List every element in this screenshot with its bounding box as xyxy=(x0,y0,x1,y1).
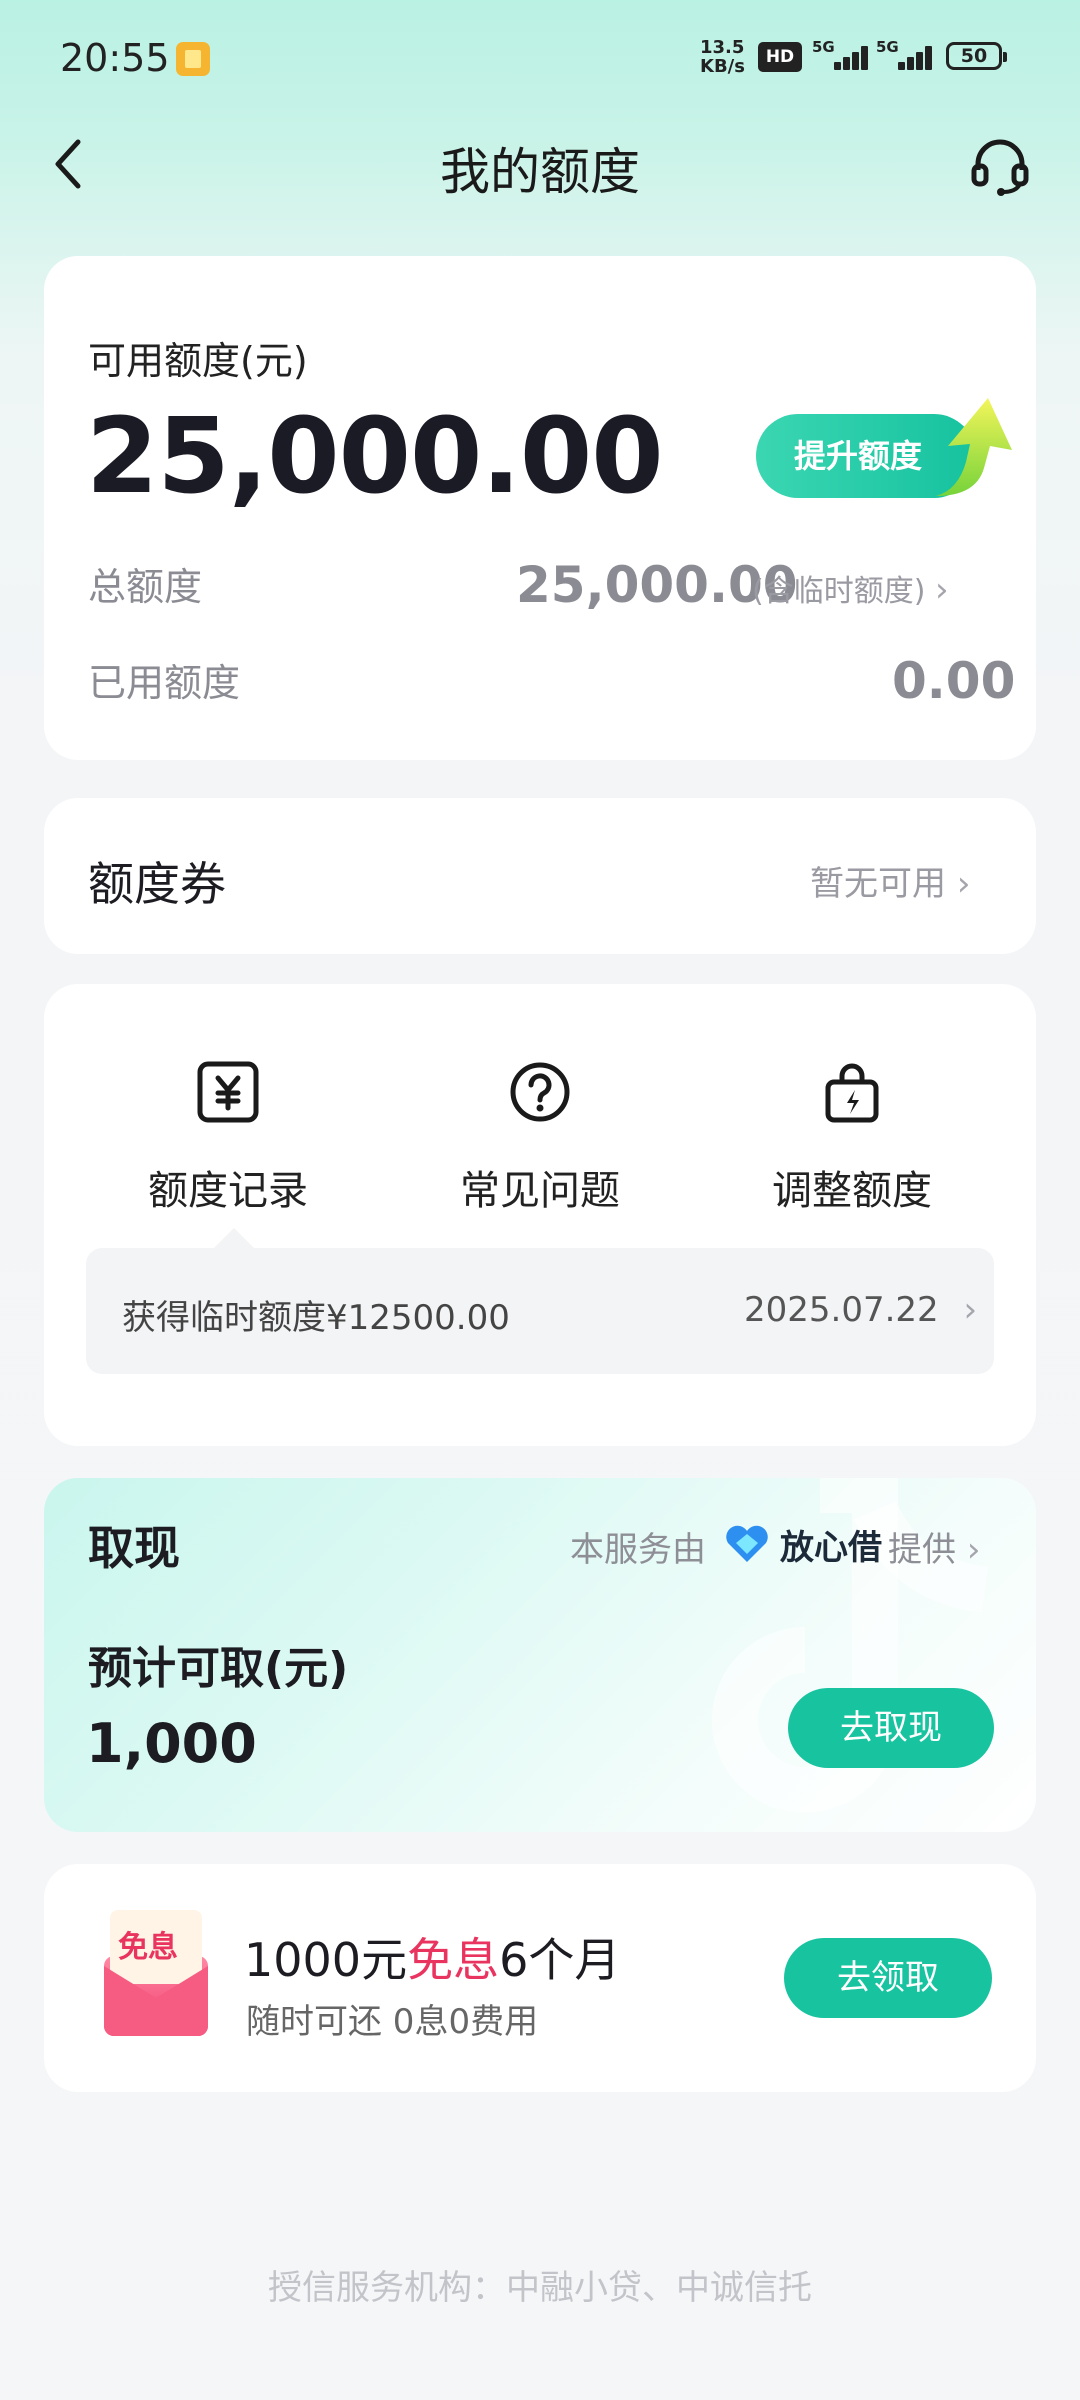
provider-suffix[interactable]: 提供 › xyxy=(888,1522,980,1571)
network-speed: 13.5 KB/s xyxy=(700,38,745,76)
bag-lightning-icon[interactable] xyxy=(820,1060,884,1124)
available-limit-value: 25,000.00 xyxy=(86,395,664,517)
provider-logo-icon xyxy=(726,1525,768,1562)
limit-record-date-text: 2025.07.22 xyxy=(744,1290,939,1330)
customer-service-headset-icon[interactable] xyxy=(968,134,1032,198)
notification-icon xyxy=(176,42,210,76)
note-pointer xyxy=(214,1228,254,1248)
footer-credit-institutions: 授信服务机构：中融小贷、中诚信托 xyxy=(268,2268,812,2308)
provider-prefix: 本服务由 xyxy=(570,1530,706,1570)
total-limit-note[interactable]: (含临时额度) › xyxy=(752,566,949,610)
provider-name: 放心借 xyxy=(780,1528,882,1568)
available-limit-label: 可用额度(元) xyxy=(88,339,308,383)
up-arrow-icon xyxy=(936,398,1012,496)
used-limit-label: 已用额度 xyxy=(88,661,241,705)
yuan-receipt-icon[interactable] xyxy=(196,1060,260,1124)
total-limit-label: 总额度 xyxy=(88,565,203,609)
signal-label-1: 5G xyxy=(812,38,835,56)
chevron-right-icon: › xyxy=(956,864,971,904)
hd-badge: HD xyxy=(758,42,802,72)
claim-button[interactable]: 去领取 xyxy=(784,1938,992,2018)
provider-suffix-text: 提供 xyxy=(888,1530,956,1570)
signal-label-2: 5G xyxy=(876,38,899,56)
promo-badge: 免息 xyxy=(118,1930,178,1965)
status-time: 20:55 xyxy=(60,36,170,80)
chevron-right-icon: › xyxy=(963,1290,978,1330)
entry-limit-records[interactable]: 额度记录 xyxy=(98,1158,358,1216)
chevron-right-icon: › xyxy=(966,1530,981,1570)
total-limit-note-text: (含临时额度) xyxy=(752,574,926,609)
signal-icon-1: 5G xyxy=(812,38,872,74)
promo-title-amount: 1000元 xyxy=(244,1933,408,1987)
promo-title-highlight: 免息 xyxy=(407,1933,500,1987)
withdraw-button[interactable]: 去取现 xyxy=(788,1688,994,1768)
coupon-label: 额度券 xyxy=(88,857,226,911)
chevron-right-icon: › xyxy=(934,570,949,610)
cash-title: 取现 xyxy=(88,1521,180,1575)
page-title: 我的额度 xyxy=(440,143,640,201)
promo-title: 1000元免息6个月 xyxy=(244,1924,620,1990)
coupon-status-text: 暂无可用 xyxy=(810,864,946,904)
estimate-value: 1,000 xyxy=(86,1712,257,1775)
signal-icon-2: 5G xyxy=(876,38,936,74)
used-limit-value: 0.00 xyxy=(892,652,1016,710)
entry-adjust-limit[interactable]: 调整额度 xyxy=(722,1158,982,1216)
entry-faq[interactable]: 常见问题 xyxy=(410,1158,670,1216)
network-speed-unit: KB/s xyxy=(700,56,745,77)
coupon-status[interactable]: 暂无可用 › xyxy=(810,856,970,905)
network-speed-value: 13.5 xyxy=(700,37,745,58)
limit-record-note-text: 获得临时额度¥12500.00 xyxy=(122,1298,510,1338)
question-circle-icon[interactable] xyxy=(508,1060,572,1124)
promo-subtitle: 随时可还 0息0费用 xyxy=(246,2002,539,2042)
promo-title-duration: 6个月 xyxy=(499,1933,621,1987)
battery-icon: 50 xyxy=(946,42,1007,70)
estimate-label: 预计可取(元) xyxy=(88,1643,349,1694)
limit-record-note-date: 2025.07.22 › xyxy=(744,1290,977,1330)
